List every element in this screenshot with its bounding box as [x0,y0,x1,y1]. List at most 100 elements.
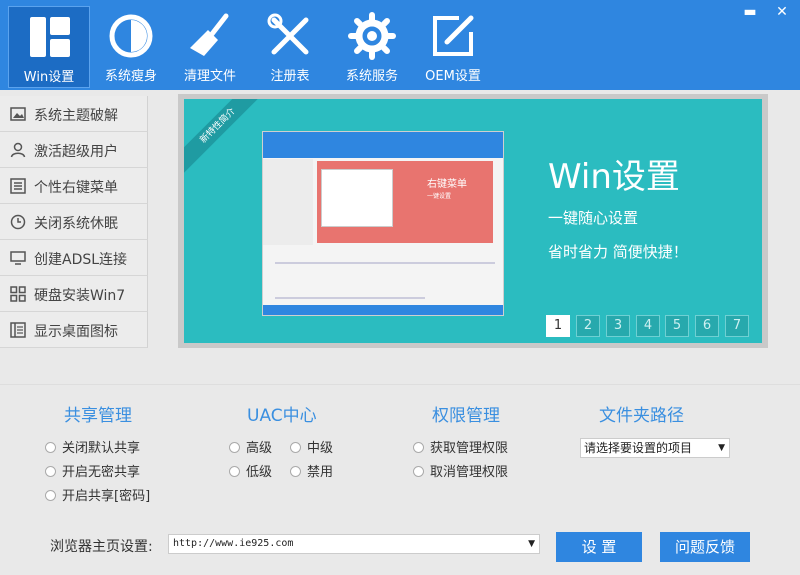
tab-label: 清理文件 [183,69,236,84]
page-dot-3[interactable]: 3 [606,315,630,337]
chevron-down-icon: ▼ [528,539,535,549]
tab-label: OEM设置 [425,69,481,84]
radio-dot [45,490,56,501]
radio-label: 高级 [246,441,273,456]
sidebar-item-install-win7[interactable]: 硬盘安装Win7 [0,276,148,312]
browser-homepage-label: 浏览器主页设置: [50,539,153,555]
sidebar-item-desktop-icons[interactable]: 显示桌面图标 [0,312,148,348]
sidebar-item-super-user[interactable]: 激活超级用户 [0,132,148,168]
preview-toolbar [263,132,503,158]
radio-label: 取消管理权限 [430,465,509,480]
sidebar: 系统主题破解 激活超级用户 个性右键菜单 关闭系统休眠 创建ADSL连接 硬盘安… [0,96,148,348]
tools-icon [267,13,309,55]
radio-uac-high[interactable]: 高级 [229,437,272,456]
sidebar-item-context-menu[interactable]: 个性右键菜单 [0,168,148,204]
top-toolbar: Win设置 系统瘦身 清理文件 注册表 系统服务 OEM设置 ▬ ✕ [0,0,800,90]
sidebar-item-label: 硬盘安装Win7 [34,288,126,304]
sidebar-item-label: 创建ADSL连接 [34,252,128,268]
clock-icon [10,214,26,230]
permission-heading: 权限管理 [432,406,500,426]
tab-system-services[interactable]: 系统服务 [331,6,413,88]
minimize-button[interactable]: ▬ [740,2,760,22]
radio-get-admin[interactable]: 获取管理权限 [413,437,508,456]
radio-uac-disable[interactable]: 禁用 [290,461,333,480]
radio-label: 开启无密共享 [62,465,141,480]
radio-open-no-password-share[interactable]: 开启无密共享 [45,461,140,480]
radio-uac-low[interactable]: 低级 [229,461,272,480]
preview-line [275,297,425,299]
sidebar-item-label: 个性右键菜单 [34,180,118,196]
feature-banner[interactable]: 新特性简介 右键菜单 一键设置 Win设置 一键随心设置 省时省力 简便快捷！ … [184,99,762,343]
tab-oem-settings[interactable]: OEM设置 [412,6,494,88]
tab-label: 系统服务 [345,69,398,84]
monitor-icon [10,251,26,265]
page-dot-1[interactable]: 1 [546,315,570,337]
folder-path-select[interactable]: 请选择要设置的项目 ▼ [580,438,730,458]
tab-clean-files[interactable]: 清理文件 [169,6,251,88]
page-dot-6[interactable]: 6 [695,315,719,337]
preview-subtitle: 一键设置 [427,193,452,200]
list-icon [10,178,26,194]
tab-label: Win设置 [23,70,75,85]
radio-dot [229,466,240,477]
radio-open-password-share[interactable]: 开启共享[密码] [45,485,150,504]
radio-dot [45,466,56,477]
radio-dot [290,442,301,453]
homepage-url-input[interactable]: http://www.ie925.com ▼ [168,534,540,554]
tab-system-slim[interactable]: 系统瘦身 [90,6,172,88]
radio-label: 关闭默认共享 [62,441,141,456]
page-dot-2[interactable]: 2 [576,315,600,337]
folder-path-heading: 文件夹路径 [599,406,684,426]
preview-slide: 右键菜单 一键设置 [317,161,493,243]
radio-label: 低级 [246,465,273,480]
radio-cancel-admin[interactable]: 取消管理权限 [413,461,508,480]
radio-label: 开启共享[密码] [62,489,151,504]
radio-dot [229,442,240,453]
url-value: http://www.ie925.com [173,538,294,549]
uac-heading: UAC中心 [247,406,317,426]
grid-icon [10,286,26,302]
new-feature-ribbon: 新特性简介 [184,99,267,175]
radio-dot [413,466,424,477]
radio-label: 获取管理权限 [430,441,509,456]
radio-label: 禁用 [307,465,334,480]
sidebar-item-theme-crack[interactable]: 系统主题破解 [0,96,148,132]
windows-grid-icon [30,17,70,57]
edit-icon [433,15,474,56]
banner-subtitle-2: 省时省力 简便快捷！ [548,243,688,261]
radio-uac-medium[interactable]: 中级 [290,437,333,456]
sidebar-item-label: 关闭系统休眠 [34,216,118,232]
preview-statusbar [263,305,503,315]
tab-win-settings[interactable]: Win设置 [8,6,90,88]
sidebar-item-label: 系统主题破解 [34,108,118,124]
gear-icon [348,12,396,60]
tab-label: 注册表 [270,69,310,84]
chevron-down-icon: ▼ [718,443,725,453]
banner-subtitle-1: 一键随心设置 [548,209,639,227]
sidebar-item-adsl[interactable]: 创建ADSL连接 [0,240,148,276]
select-value: 请选择要设置的项目 [584,441,693,455]
tab-registry[interactable]: 注册表 [249,6,331,88]
book-icon [10,322,26,338]
feedback-button[interactable]: 问题反馈 [660,532,750,562]
close-button[interactable]: ✕ [772,2,792,22]
page-dot-4[interactable]: 4 [636,315,660,337]
user-icon [10,142,26,158]
image-icon [10,107,26,121]
radio-close-default-share[interactable]: 关闭默认共享 [45,437,140,456]
page-dot-7[interactable]: 7 [725,315,749,337]
pie-icon [109,14,153,58]
app-preview-thumbnail: 右键菜单 一键设置 [262,131,504,316]
tab-label: 系统瘦身 [104,69,157,84]
preview-line [275,262,495,264]
share-heading: 共享管理 [64,406,132,426]
radio-dot [413,442,424,453]
set-button[interactable]: 设 置 [556,532,642,562]
broom-icon [190,13,229,56]
sidebar-item-hibernate[interactable]: 关闭系统休眠 [0,204,148,240]
radio-label: 中级 [307,441,334,456]
preview-sidebar [263,159,313,245]
page-dot-5[interactable]: 5 [665,315,689,337]
sidebar-item-label: 显示桌面图标 [34,324,118,340]
radio-dot [45,442,56,453]
